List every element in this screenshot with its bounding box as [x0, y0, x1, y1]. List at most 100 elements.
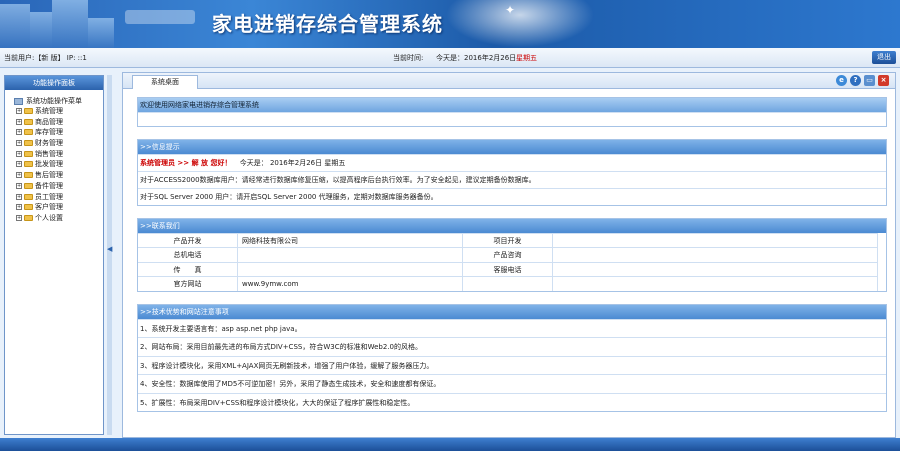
sidebar-item-label: 销售管理 — [35, 149, 63, 158]
sidebar-item-label: 员工管理 — [35, 192, 63, 201]
expand-icon[interactable]: + — [16, 182, 22, 189]
folder-icon — [24, 204, 33, 211]
greeting-user: 系统管理员 >> 解 放 您好！ — [140, 159, 232, 167]
exit-button[interactable]: 退出 — [872, 51, 896, 64]
welcome-text: 欢迎使用网络家电进销存综合管理系统 — [138, 98, 886, 112]
tip-sqlserver: 对于SQL Server 2000 用户：请开启SQL Server 2000 … — [138, 188, 886, 205]
expand-icon[interactable]: + — [16, 108, 22, 114]
menu-root-label: 系统功能操作菜单 — [26, 97, 82, 105]
contact-value — [553, 276, 878, 291]
footer-bar — [0, 438, 900, 451]
folder-icon — [24, 140, 33, 147]
folder-icon — [24, 108, 33, 114]
sidebar-item-label: 财务管理 — [35, 139, 63, 148]
tech-item: 1、系统开发主要语言有：asp asp.net php java。 — [138, 318, 886, 338]
tip-access: 对于ACCESS2000数据库用户：请经常进行数据库修复压缩，以提高程序后台执行… — [138, 171, 886, 188]
building-graphic — [52, 0, 88, 48]
sidebar-item-parts[interactable]: + 备件管理 — [14, 181, 103, 192]
current-time-label: 当前时间: — [393, 54, 424, 62]
contact-label: 传 真 — [138, 261, 238, 277]
contact-label — [463, 276, 553, 291]
contact-header: >>联系我们 — [138, 219, 886, 233]
expand-icon[interactable]: + — [16, 193, 22, 200]
light-glow — [440, 0, 600, 48]
sidebar-item-label: 售后管理 — [35, 171, 63, 180]
header-banner: ✦ 家电进销存综合管理系统 — [0, 0, 900, 48]
help-icon[interactable]: ? — [850, 75, 861, 86]
sidebar-item-products[interactable]: + 商品管理 — [14, 117, 103, 128]
app-title: 家电进销存综合管理系统 — [212, 12, 443, 36]
folder-icon — [24, 193, 33, 200]
sidebar-item-inventory[interactable]: + 库存管理 — [14, 127, 103, 138]
refresh-icon[interactable]: e — [836, 75, 847, 86]
folder-icon — [24, 214, 33, 221]
contact-label: 客服电话 — [463, 261, 553, 277]
sidebar-item-wholesale[interactable]: + 批发管理 — [14, 159, 103, 170]
desktop-content: 欢迎使用网络家电进销存综合管理系统 >>信息提示 系统管理员 >> 解 放 您好… — [137, 97, 887, 413]
sparkle-icon: ✦ — [505, 3, 516, 17]
sidebar-item-system[interactable]: + 系统管理 — [14, 106, 103, 117]
sidebar-item-finance[interactable]: + 财务管理 — [14, 138, 103, 149]
tech-item: 5、扩展性：布局采用DIV+CSS和程序设计模块化，大大的保证了程序扩展性和稳定… — [138, 392, 886, 412]
folder-icon — [24, 182, 33, 189]
main-panel: 系统桌面 e? ▭ × 欢迎使用网络家电进销存综合管理系统 >>信息提示 系统管理员… — [122, 72, 896, 438]
contact-section: >>联系我们 产品开发 网络科技有限公司 项目开发 总机电话 产品咨询 传 真 … — [137, 218, 887, 292]
expand-icon[interactable]: + — [16, 118, 22, 125]
sidebar-splitter[interactable]: ◀ — [107, 75, 112, 435]
contact-value — [238, 247, 463, 262]
expand-icon[interactable]: + — [16, 140, 22, 147]
folder-icon — [24, 129, 33, 136]
expand-icon[interactable]: + — [16, 129, 22, 136]
computer-icon — [14, 97, 23, 105]
restore-window-icon[interactable]: ▭ — [864, 75, 875, 86]
current-date: 今天是：2016年2月26日 — [436, 54, 517, 62]
tech-section: >>技术优势和网站注意事项 1、系统开发主要语言有：asp asp.net ph… — [137, 303, 887, 413]
current-weekday: 星期五 — [516, 54, 537, 62]
contact-table: 产品开发 网络科技有限公司 项目开发 总机电话 产品咨询 传 真 客服电话 官方… — [138, 233, 886, 291]
tech-item: 4、安全性：数据库使用了MD5不可逆加密！另外，采用了静态生成技术，安全和速度都… — [138, 374, 886, 393]
sidebar-item-customers[interactable]: + 客户管理 — [14, 202, 103, 213]
sidebar-item-after-sales[interactable]: + 售后管理 — [14, 170, 103, 181]
sidebar-item-staff[interactable]: + 员工管理 — [14, 192, 103, 203]
window-controls: e? ▭ × — [833, 75, 889, 86]
building-graphic — [88, 18, 114, 48]
sidebar-item-label: 备件管理 — [35, 181, 63, 190]
sidebar-item-personal[interactable]: + 个人设置 — [14, 213, 103, 224]
expand-icon[interactable]: + — [16, 161, 22, 168]
tab-desktop[interactable]: 系统桌面 — [132, 75, 198, 89]
sidebar-item-sales[interactable]: + 销售管理 — [14, 149, 103, 160]
contact-value — [553, 261, 878, 277]
tab-bar: 系统桌面 e? ▭ × — [123, 73, 895, 89]
website-link[interactable]: www.9ymw.com — [238, 276, 463, 291]
sidebar-title: 功能操作面板 — [5, 76, 103, 90]
tech-item: 3、程序设计模块化，采用XML+AJAX网页无刷新技术，增强了用户体验，缓解了服… — [138, 355, 886, 375]
welcome-blank-row — [138, 112, 886, 126]
close-icon[interactable]: × — [878, 75, 889, 86]
sidebar-item-label: 批发管理 — [35, 160, 63, 169]
menu-root[interactable]: 系统功能操作菜单 — [14, 96, 103, 106]
expand-icon[interactable]: + — [16, 172, 22, 179]
folder-icon — [24, 161, 33, 168]
building-graphic — [0, 4, 30, 48]
contact-label: 产品咨询 — [463, 247, 553, 262]
contact-label: 官方网站 — [138, 276, 238, 291]
sidebar-item-label: 商品管理 — [35, 117, 63, 126]
contact-value: 网络科技有限公司 — [238, 233, 463, 248]
collapse-arrow-icon[interactable]: ◀ — [107, 245, 112, 253]
expand-icon[interactable]: + — [16, 214, 22, 221]
contact-value — [553, 233, 878, 248]
contact-label: 总机电话 — [138, 247, 238, 262]
expand-icon[interactable]: + — [16, 204, 22, 211]
building-graphic — [30, 12, 52, 48]
contact-value — [238, 261, 463, 277]
folder-icon — [24, 150, 33, 157]
menu-tree: 系统功能操作菜单 + 系统管理 + 商品管理 + 库存管理 + 财务管理 + 销售管理 +… — [5, 90, 103, 224]
greeting-date: 今天是： 2016年2月26日 星期五 — [239, 159, 346, 167]
expand-icon[interactable]: + — [16, 150, 22, 157]
sidebar-item-label: 个人设置 — [35, 213, 63, 222]
current-user: 当前用户:【新 版】 IP: ::1 — [4, 54, 87, 62]
contact-label: 项目开发 — [463, 233, 553, 248]
tech-header: >>技术优势和网站注意事项 — [138, 304, 886, 319]
sidebar-item-label: 客户管理 — [35, 203, 63, 212]
tips-section: >>信息提示 系统管理员 >> 解 放 您好！ 今天是： 2016年2月26日 … — [137, 139, 887, 206]
